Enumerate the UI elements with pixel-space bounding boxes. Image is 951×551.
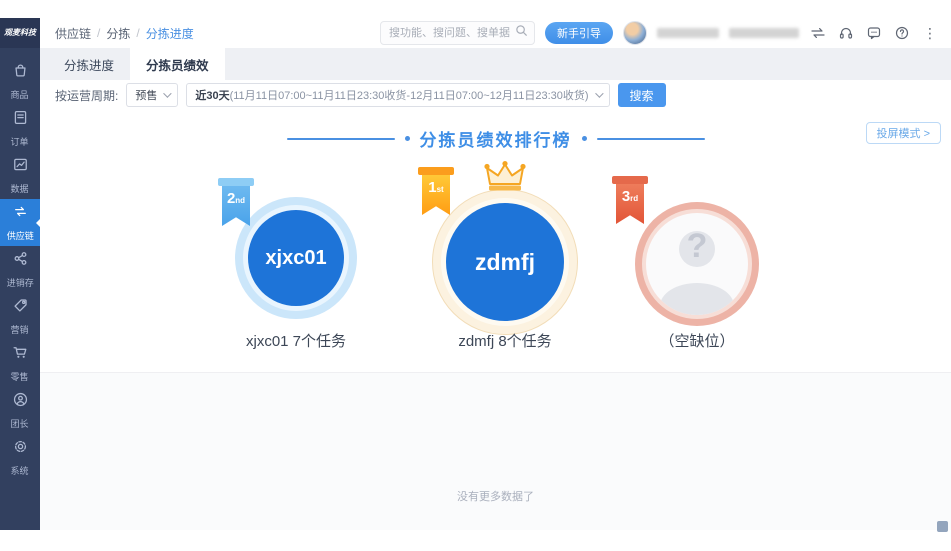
title-line-right [597,138,705,140]
date-range-prefix: 近30天 [195,90,229,102]
topbar: 供应链 / 分拣 / 分拣进度 新手引导 ⋮ [40,18,951,48]
silhouette-body [660,283,734,315]
breadcrumb-separator: / [136,26,139,40]
search-button[interactable]: 搜索 [618,83,666,107]
sidebar-item-label: 订单 [11,134,29,147]
marketing-icon [12,297,29,319]
topbar-right: 新手引导 ⋮ [380,21,939,45]
sidebar-item-label: 商品 [11,87,29,100]
sidebar-item-label: 营销 [11,322,29,335]
sidebar-item-label: 数据 [11,181,29,194]
cycle-select[interactable]: 预售 [126,83,178,107]
empty-list-area: 没有更多数据了 [40,372,951,530]
cycle-select-value: 预售 [135,87,157,103]
sidebar-nav: 商品 订单 数据 供应链 进销存 营销 [0,48,40,481]
redacted-account [729,28,799,38]
support-icon[interactable] [837,24,855,42]
sidebar-item-goods[interactable]: 商品 [0,58,40,105]
tab-sorter-performance[interactable]: 分拣员绩效 [130,48,225,80]
rank-badge-1st: 1st [418,167,454,215]
sidebar-item-data[interactable]: 数据 [0,152,40,199]
date-range-select[interactable]: 近30天(11月11日07:00~11月11日23:30收货-12月11日07:… [186,83,609,107]
no-more-data-text: 没有更多数据了 [40,488,951,504]
avatar[interactable] [623,21,647,45]
breadcrumb-separator: / [97,26,100,40]
leader-icon [12,391,29,413]
inventory-icon [12,250,29,272]
goods-icon [12,62,29,84]
sidebar-item-label: 零售 [11,369,29,382]
sidebar-item-inventory[interactable]: 进销存 [0,246,40,293]
ranking-panel: 投屏模式 > 分拣员绩效排行榜 2nd xjxc01 xjxc01 7个任务 [40,110,951,372]
date-range-value: 近30天(11月11日07:00~11月11日23:30收货-12月11日07:… [195,87,588,103]
rank-badge-label: 2nd [227,191,245,206]
title-dot-left [405,136,410,141]
system-icon [12,438,29,460]
rank-badge-2nd: 2nd [218,178,254,226]
swap-account-icon[interactable] [809,24,827,42]
newbie-guide-button[interactable]: 新手引导 [545,22,613,44]
sidebar: 观麦科技 商品 订单 数据 供应链 进销存 [0,18,40,530]
medal-3rd-vacant[interactable]: ? [635,202,759,326]
message-icon[interactable] [865,24,883,42]
orders-icon [12,109,29,131]
breadcrumb-item[interactable]: 分拣 [106,25,130,42]
question-mark: ? [646,227,748,266]
data-icon [12,156,29,178]
sidebar-item-retail[interactable]: 零售 [0,340,40,387]
sorter-name: xjxc01 [248,210,344,306]
main-area: 供应链 / 分拣 / 分拣进度 新手引导 ⋮ [40,18,951,530]
sidebar-item-leader[interactable]: 团长 [0,387,40,434]
sidebar-item-label: 进销存 [6,275,33,288]
sidebar-item-system[interactable]: 系统 [0,434,40,481]
breadcrumb: 供应链 / 分拣 / 分拣进度 [55,25,194,42]
breadcrumb-current: 分拣进度 [146,25,194,42]
more-icon[interactable]: ⋮ [921,24,939,42]
vacant-avatar-placeholder: ? [646,213,748,315]
sorter-task-label: zdmfj 8个任务 [420,330,590,351]
sidebar-item-orders[interactable]: 订单 [0,105,40,152]
rank-badge-3rd: 3rd [612,176,648,224]
page-title: 分拣员绩效排行榜 [420,126,572,151]
chevron-down-icon [595,89,603,97]
date-range-detail: (11月11日07:00~11月11日23:30收货-12月11日07:00~1… [230,90,589,102]
global-search[interactable] [380,21,535,45]
supply-chain-icon [12,203,29,225]
title-line-left [287,138,395,140]
chevron-down-icon [164,89,172,97]
help-icon[interactable] [893,24,911,42]
ranking-title-row: 分拣员绩效排行榜 [40,126,951,151]
brand-logo: 观麦科技 [0,18,40,48]
ribbon-cap [612,176,648,184]
app-window: 观麦科技 商品 订单 数据 供应链 进销存 [0,0,951,551]
tab-sorting-progress[interactable]: 分拣进度 [48,48,130,80]
sorter-task-label: xjxc01 7个任务 [211,330,381,351]
retail-icon [12,344,29,366]
vacant-label: （空缺位） [612,330,782,351]
sidebar-item-label: 系统 [11,463,29,476]
floating-widget[interactable] [937,521,948,532]
sorter-name: zdmfj [446,203,564,321]
search-icon[interactable] [515,24,528,42]
cycle-filter-label: 按运营周期: [55,87,118,104]
breadcrumb-item[interactable]: 供应链 [55,25,91,42]
sidebar-item-supply-chain[interactable]: 供应链 [0,199,40,246]
sidebar-item-label: 供应链 [6,228,33,241]
title-dot-right [582,136,587,141]
rank-badge-label: 3rd [622,189,638,204]
sidebar-item-marketing[interactable]: 营销 [0,293,40,340]
ribbon-cap [418,167,454,175]
search-input[interactable] [389,27,515,39]
sidebar-item-label: 团长 [11,416,29,429]
redacted-username [657,28,719,38]
filter-bar: 按运营周期: 预售 近30天(11月11日07:00~11月11日23:30收货… [40,80,951,110]
tab-bar: 分拣进度 分拣员绩效 [40,48,951,80]
rank-badge-label: 1st [428,180,443,195]
crown-icon [483,160,527,199]
ribbon-cap [218,178,254,186]
